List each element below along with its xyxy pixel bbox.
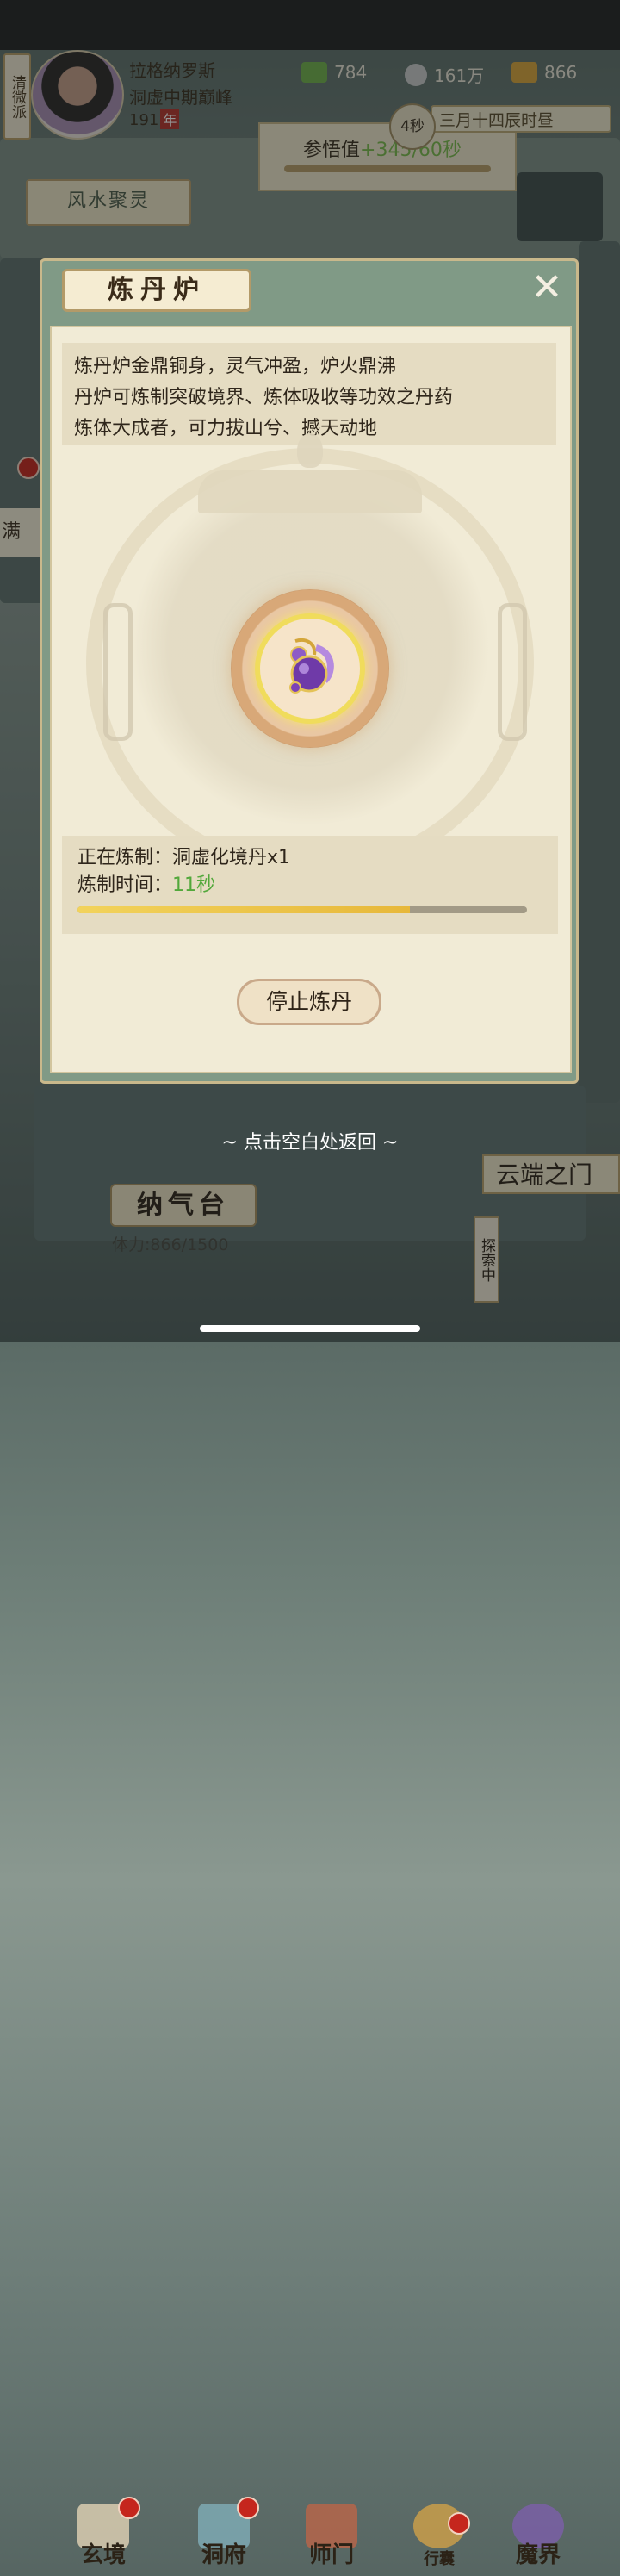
time-label: 炼制时间： (78, 874, 173, 896)
notification-dot (237, 2497, 259, 2519)
crafting-progress-fill (78, 906, 411, 913)
time-value: 11秒 (172, 874, 216, 896)
dialog-title: 炼丹炉 (62, 269, 251, 312)
tap-blank-hint: ~ 点击空白处返回 ~ (0, 1127, 620, 1154)
nav-item-mojie[interactable]: 魔界 (495, 2498, 581, 2576)
nav-label: 魔界 (515, 2542, 561, 2568)
nav-item-shimen[interactable]: 师门 (288, 2498, 375, 2576)
nav-label: 洞府 (201, 2542, 246, 2568)
furnace-description: 炼丹炉金鼎铜身，灵气冲盈，炉火鼎沸 丹炉可炼制突破境界、炼体吸收等功效之丹药 炼… (62, 343, 556, 445)
swirl-left-icon: ~ (221, 1132, 244, 1154)
furnace-knob (297, 433, 323, 468)
notification-dot (118, 2497, 140, 2519)
hint-text: 点击空白处返回 (243, 1132, 376, 1154)
description-line: 丹炉可炼制突破境界、炼体吸收等功效之丹药 (74, 387, 454, 408)
nav-item-xingnang[interactable]: 行囊 (396, 2498, 482, 2576)
pill-gourd-icon (289, 638, 334, 694)
nav-label: 玄境 (80, 2542, 126, 2568)
crafting-item: 洞虚化境丹x1 (172, 847, 291, 868)
home-indicator[interactable] (200, 1325, 420, 1332)
close-icon[interactable]: ✕ (527, 269, 567, 308)
nav-label: 师门 (308, 2542, 354, 2568)
crafting-label: 正在炼制： (78, 847, 173, 868)
crafting-line: 正在炼制：洞虚化境丹x1 (78, 844, 542, 872)
crafting-status: 正在炼制：洞虚化境丹x1 炼制时间：11秒 (62, 836, 558, 934)
description-line: 炼丹炉金鼎铜身，灵气冲盈，炉火鼎沸 (74, 356, 397, 377)
chain-right (498, 603, 527, 741)
chain-left (103, 603, 133, 741)
stop-alchemy-button[interactable]: 停止炼丹 (237, 979, 381, 1025)
time-line: 炼制时间：11秒 (78, 872, 542, 899)
notification-dot (448, 2512, 470, 2535)
furnace-lid (198, 470, 422, 513)
crafting-progress-bar (78, 906, 527, 913)
swirl-right-icon: ~ (376, 1132, 399, 1154)
nav-label: 行囊 (424, 2550, 455, 2568)
